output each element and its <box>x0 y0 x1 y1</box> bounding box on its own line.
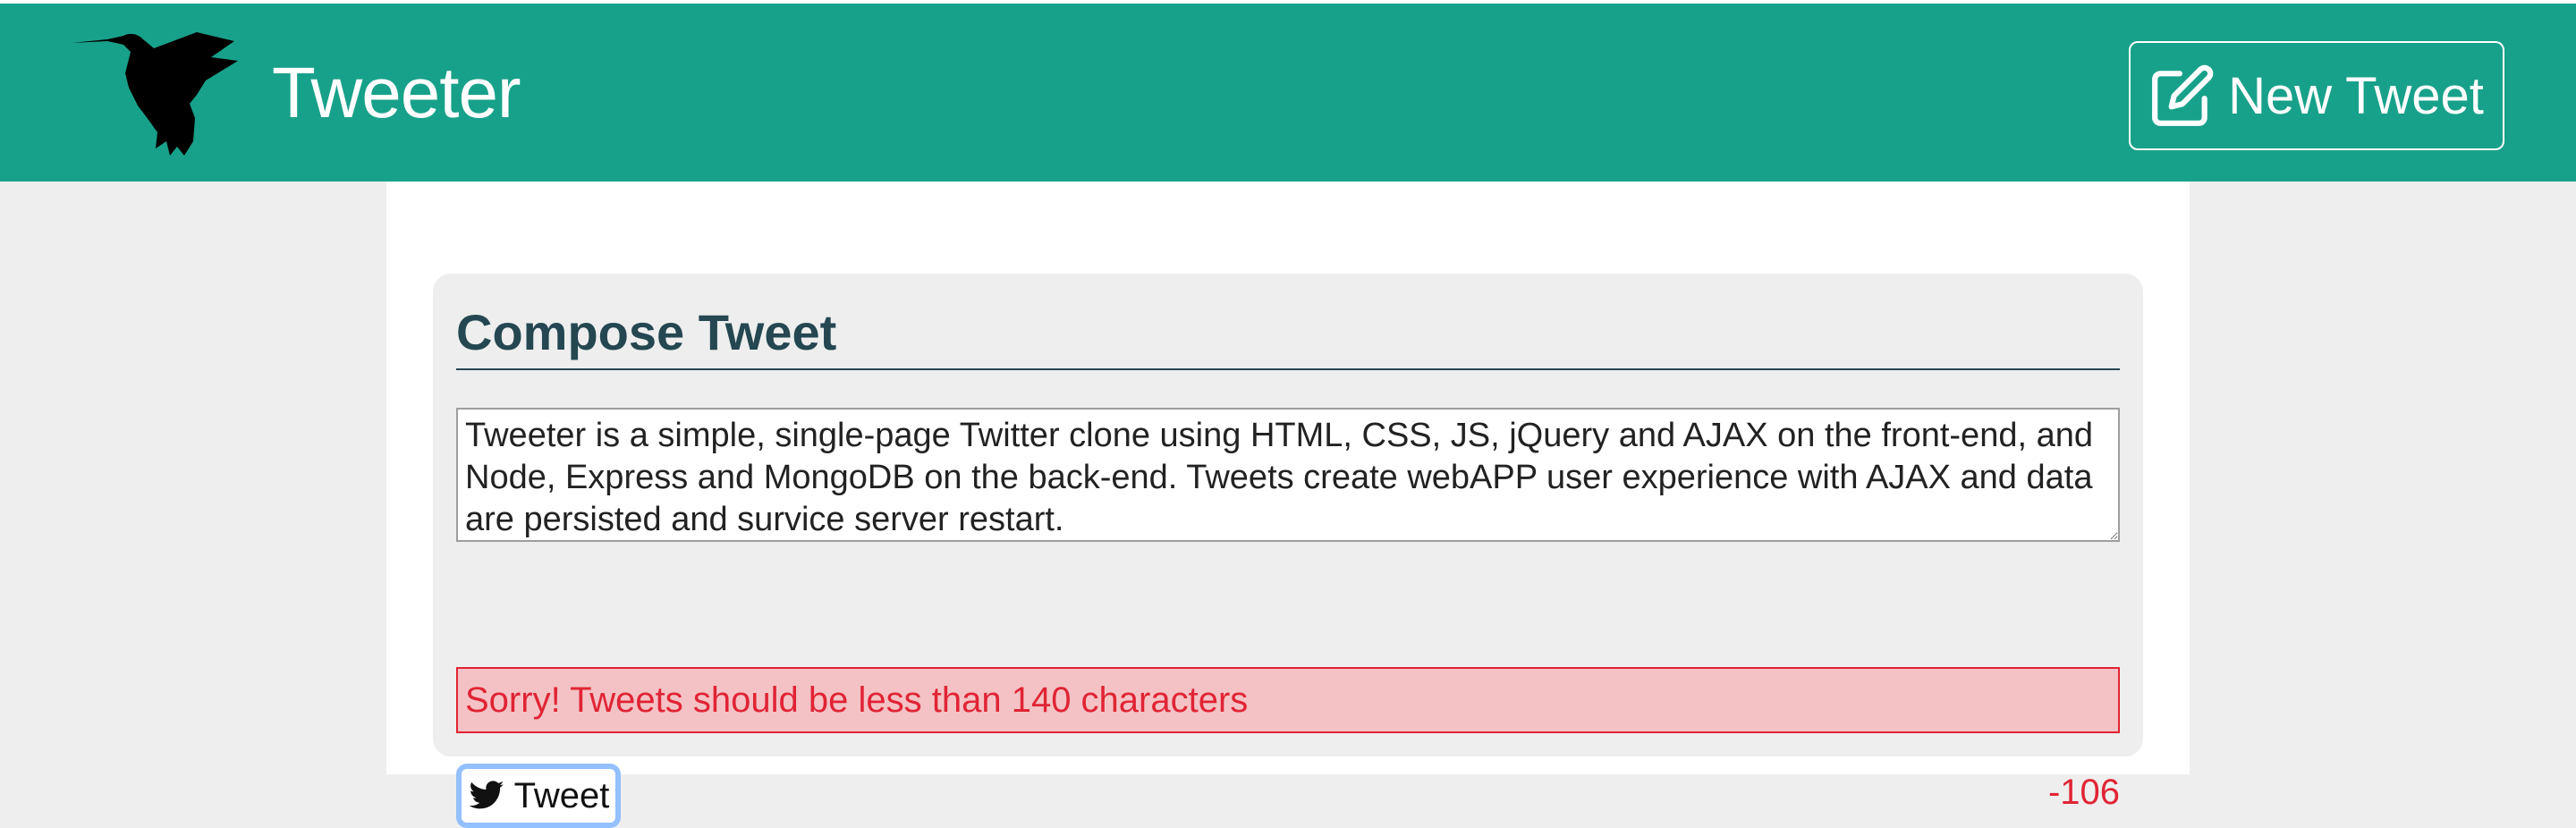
twitter-bird-icon <box>469 781 504 809</box>
new-tweet-label: New Tweet <box>2228 66 2484 125</box>
top-nav-bar: Tweeter New Tweet <box>0 0 2576 182</box>
brand-title[interactable]: Tweeter <box>272 48 521 138</box>
compose-tweet-panel: Compose Tweet Tweeter is a simple, singl… <box>433 274 2143 828</box>
char-counter: -106 <box>2047 773 2120 812</box>
new-tweet-button[interactable]: New Tweet <box>2129 41 2504 150</box>
edit-icon <box>2152 64 2214 126</box>
error-message: Sorry! Tweets should be less than 140 ch… <box>456 667 2120 733</box>
compose-title: Compose Tweet <box>456 297 2120 370</box>
tweet-button[interactable]: Tweet <box>456 764 621 828</box>
main-container: Compose Tweet Tweeter is a simple, singl… <box>386 182 2190 828</box>
tweet-textarea[interactable]: Tweeter is a simple, single-page Twitter… <box>456 408 2120 542</box>
tweet-button-label: Tweet <box>513 775 610 815</box>
hummingbird-logo-icon <box>72 32 238 156</box>
